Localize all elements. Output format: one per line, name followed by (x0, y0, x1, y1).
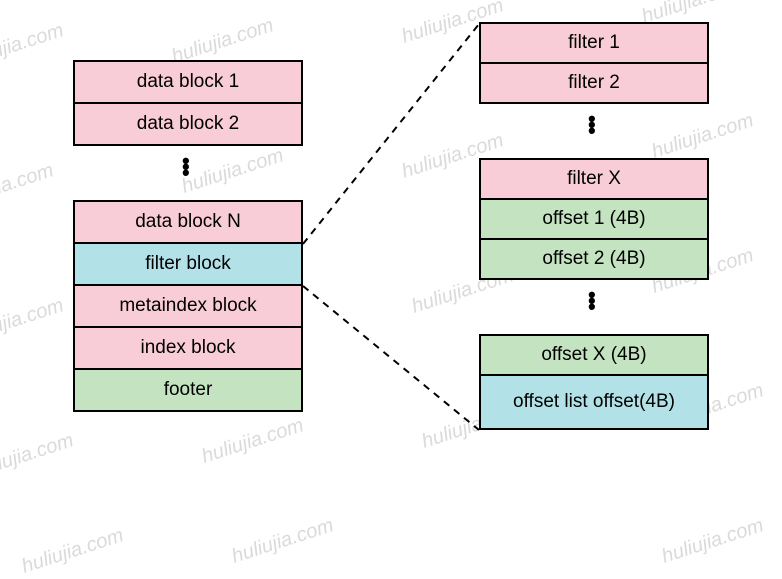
vdots-right-1: ••• (588, 116, 596, 134)
watermark: huliujia.com (229, 514, 337, 569)
right-offset-x: offset X (4B) (479, 334, 709, 376)
watermark: huliujia.com (0, 429, 77, 484)
watermark: huliujia.com (649, 109, 757, 164)
watermark: huliujia.com (179, 144, 287, 199)
right-offset-2: offset 2 (4B) (479, 238, 709, 280)
left-metaindex-block: metaindex block (73, 284, 303, 328)
watermark: huliujia.com (19, 524, 127, 579)
right-offset-1: offset 1 (4B) (479, 198, 709, 240)
watermark: huliujia.com (0, 19, 67, 74)
right-filter-x: filter X (479, 158, 709, 200)
right-filter-2: filter 2 (479, 62, 709, 104)
watermark: huliujia.com (199, 414, 307, 469)
watermark: huliujia.com (659, 514, 767, 569)
left-filter-block: filter block (73, 242, 303, 286)
left-data-block-1: data block 1 (73, 60, 303, 104)
right-offset-list-offset: offset list offset(4B) (479, 374, 709, 430)
left-index-block: index block (73, 326, 303, 370)
right-filter-1: filter 1 (479, 22, 709, 64)
left-footer: footer (73, 368, 303, 412)
left-data-block-2: data block 2 (73, 102, 303, 146)
left-data-block-n: data block N (73, 200, 303, 244)
watermark: huliujia.com (0, 294, 67, 349)
vdots-left-1: ••• (182, 158, 190, 176)
watermark: huliujia.com (0, 159, 57, 214)
vdots-right-2: ••• (588, 292, 596, 310)
